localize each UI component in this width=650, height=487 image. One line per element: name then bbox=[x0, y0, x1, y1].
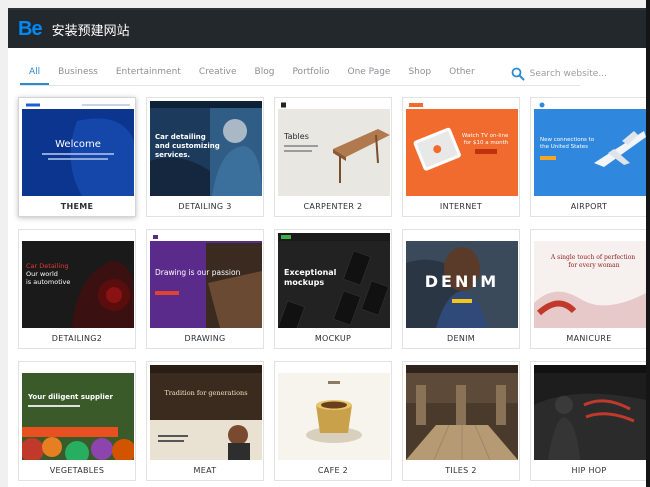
thumbnail-headline: New connections to the United States bbox=[540, 137, 596, 150]
site-label: VEGETABLES bbox=[49, 466, 105, 475]
site-card-meat[interactable]: Tradition for generations MEAT bbox=[146, 361, 264, 481]
window-right-edge bbox=[646, 0, 650, 487]
site-thumbnail: Car detailing and customizing services. bbox=[150, 101, 262, 196]
search-input[interactable] bbox=[529, 69, 640, 79]
site-label: THEME bbox=[60, 202, 94, 211]
thumbnail-headline: DENIM bbox=[425, 272, 499, 291]
site-thumbnail: Tables bbox=[278, 101, 390, 196]
thumbnail-headline: Drawing is our passion bbox=[155, 268, 241, 277]
site-label: CARPENTER 2 bbox=[303, 202, 363, 211]
site-label: MEAT bbox=[193, 466, 217, 475]
site-label: MOCKUP bbox=[314, 334, 352, 343]
site-thumbnail: Car Detailing Our world is automotive bbox=[22, 233, 134, 328]
filter-all[interactable]: All bbox=[20, 62, 50, 85]
filter-shop[interactable]: Shop bbox=[399, 62, 440, 85]
thumbnail-headline: Tables bbox=[283, 132, 309, 141]
site-thumbnail: Drawing is our passion bbox=[150, 233, 262, 328]
site-label: TILES 2 bbox=[445, 466, 477, 475]
site-thumbnail: Tradition for generations bbox=[150, 365, 262, 460]
filter-portfolio[interactable]: Portfolio bbox=[283, 62, 338, 85]
site-card-vegetables[interactable]: Your diligent supplier VEGETABLES bbox=[18, 361, 136, 481]
site-card-mockup[interactable]: Exceptional mockups MOCKUP bbox=[274, 229, 392, 349]
category-filter-bar: All Business Entertainment Creative Blog… bbox=[20, 62, 640, 86]
thumbnail-headline: Watch TV on-line for $10 a month bbox=[462, 133, 510, 146]
site-label: DRAWING bbox=[184, 334, 226, 343]
site-label: HIP HOP bbox=[571, 466, 607, 475]
page-title: 安装预建网站 bbox=[51, 23, 130, 39]
site-card-manicure[interactable]: A single touch of perfection for every w… bbox=[530, 229, 648, 349]
site-label: MANICURE bbox=[566, 334, 612, 343]
filter-entertainment[interactable]: Entertainment bbox=[107, 62, 190, 85]
window-left-edge bbox=[0, 0, 8, 487]
filter-creative[interactable]: Creative bbox=[190, 62, 246, 85]
site-label: DENIM bbox=[447, 334, 475, 343]
site-label: CAFE 2 bbox=[317, 466, 349, 475]
site-thumbnail: Welcome bbox=[22, 101, 134, 196]
filter-blog[interactable]: Blog bbox=[246, 62, 284, 85]
thumbnail-headline: Your diligent supplier bbox=[27, 393, 114, 401]
search-icon bbox=[511, 67, 525, 81]
site-thumbnail bbox=[534, 365, 646, 460]
site-label: DETAILING2 bbox=[51, 334, 103, 343]
filter-other[interactable]: Other bbox=[440, 62, 484, 85]
prebuilt-websites-panel: All Business Entertainment Creative Blog… bbox=[8, 48, 650, 487]
site-card-carpenter-2[interactable]: Tables CARPENTER 2 bbox=[274, 97, 392, 217]
site-thumbnail: Your diligent supplier bbox=[22, 365, 134, 460]
site-thumbnail: Watch TV on-line for $10 a month bbox=[406, 101, 518, 196]
site-card-theme[interactable]: Welcome THEME bbox=[18, 97, 136, 217]
site-label: AIRPORT bbox=[570, 202, 608, 211]
site-label: INTERNET bbox=[439, 202, 483, 211]
be-logo: Be bbox=[18, 17, 43, 40]
site-thumbnail: Exceptional mockups bbox=[278, 233, 390, 328]
site-thumbnail: New connections to the United States bbox=[534, 101, 646, 196]
title-bar: Be 安装预建网站 bbox=[8, 8, 650, 48]
site-thumbnail: A single touch of perfection for every w… bbox=[534, 233, 646, 328]
site-card-detailing2[interactable]: Car Detailing Our world is automotive DE… bbox=[18, 229, 136, 349]
thumbnail-headline: Tradition for generations bbox=[164, 389, 247, 397]
site-card-tiles-2[interactable]: TILES 2 bbox=[402, 361, 520, 481]
site-card-drawing[interactable]: Drawing is our passion DRAWING bbox=[146, 229, 264, 349]
filter-business[interactable]: Business bbox=[49, 62, 107, 85]
website-grid: Welcome THEME Car detailing and customiz… bbox=[18, 97, 650, 481]
site-card-airport[interactable]: New connections to the United States AIR… bbox=[530, 97, 648, 217]
filter-one-page[interactable]: One Page bbox=[338, 62, 399, 85]
site-thumbnail bbox=[406, 365, 518, 460]
search-box[interactable] bbox=[510, 62, 640, 85]
site-thumbnail bbox=[278, 365, 390, 460]
site-card-detailing-3[interactable]: Car detailing and customizing services. … bbox=[146, 97, 264, 217]
site-card-denim[interactable]: DENIM DENIM bbox=[402, 229, 520, 349]
thumbnail-headline: Welcome bbox=[55, 139, 101, 150]
site-thumbnail: DENIM bbox=[406, 233, 518, 328]
site-card-hip-hop[interactable]: HIP HOP bbox=[530, 361, 648, 481]
site-card-cafe-2[interactable]: CAFE 2 bbox=[274, 361, 392, 481]
site-card-internet[interactable]: Watch TV on-line for $10 a month INTERNE… bbox=[402, 97, 520, 217]
site-label: DETAILING 3 bbox=[178, 202, 232, 211]
